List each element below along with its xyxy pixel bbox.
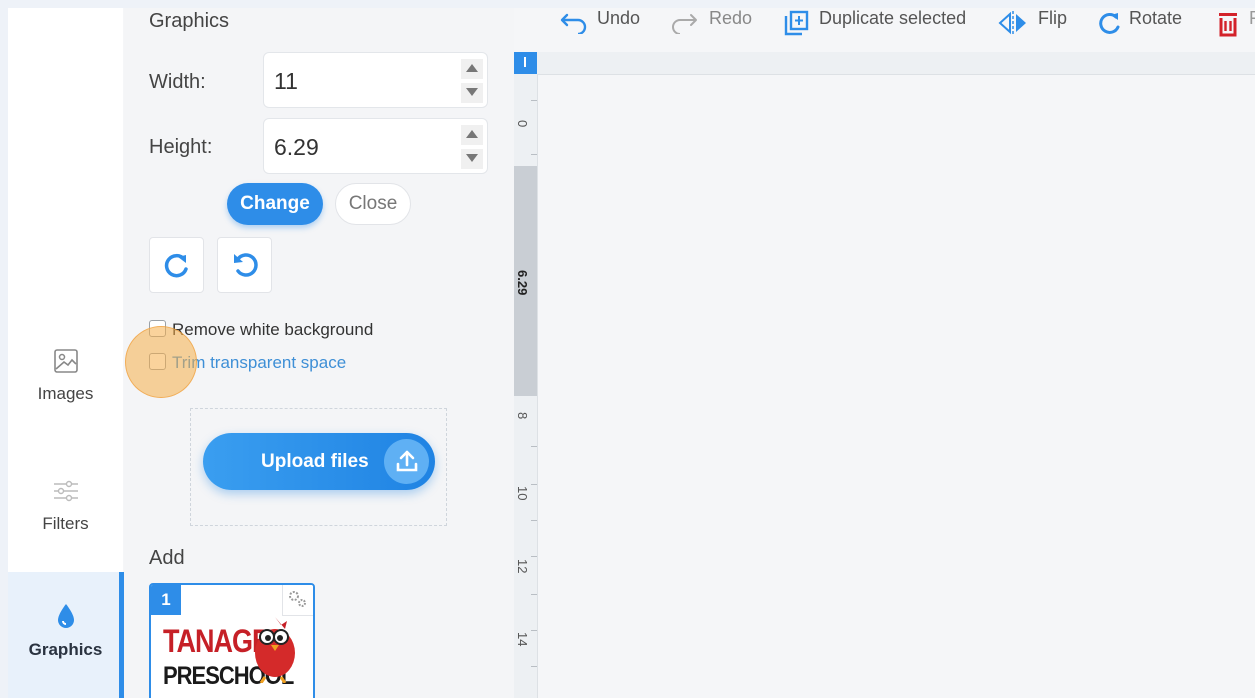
panel-title: Graphics [149,10,230,32]
upload-files-label: Upload files [261,450,369,472]
rotate-button[interactable]: Rotate [1097,8,1197,44]
height-label: Height: [149,136,213,158]
flip-icon [998,11,1026,35]
rail-item-filters[interactable]: Filters [8,478,123,534]
triangle-up-icon [466,130,478,138]
rail-item-label: Images [37,384,94,403]
width-label: Width: [149,71,206,93]
ruler-origin-marker [514,52,537,74]
flip-button[interactable]: Flip [997,8,1077,44]
duplicate-icon [784,10,809,36]
image-icon [53,349,78,373]
gear-icon[interactable] [282,585,313,616]
ruler-label: 0 [515,120,530,128]
drop-icon [57,604,74,628]
width-field[interactable] [263,52,488,108]
redo-label: Redo [709,8,753,28]
design-canvas[interactable] [538,75,1255,698]
rotate-icon [1099,12,1120,34]
height-input[interactable] [272,133,446,162]
top-toolbar: Undo Redo Duplicate selected Flip Rotate… [514,8,1255,52]
flip-label: Flip [1038,8,1068,28]
sliders-icon [53,480,78,502]
triangle-down-icon [466,154,478,162]
ruler-label: 8 [515,412,530,420]
cardinal-bird-icon [255,617,295,683]
height-decrement-button[interactable] [461,149,483,169]
triangle-up-icon [466,64,478,72]
left-rail: Images Filters Graphics [8,8,124,698]
width-decrement-button[interactable] [461,83,483,103]
horizontal-ruler [514,52,1255,75]
width-increment-button[interactable] [461,59,483,79]
rail-item-label: Filters [42,514,89,533]
height-increment-button[interactable] [461,125,483,145]
graphic-thumbnail[interactable]: 1 TANAGER PRESCHOOL [149,583,315,698]
trash-icon [1219,13,1237,37]
delete-button[interactable]: F [1215,8,1255,44]
click-highlight [125,326,197,398]
rail-item-label: Graphics [28,640,103,659]
add-section-label: Add [149,547,185,569]
duplicate-selected-label: Duplicate selected [819,8,967,28]
redo-icon [672,14,697,34]
undo-button[interactable]: Undo [559,8,649,44]
graphics-panel: Graphics Width: Height: Change Close [124,8,514,698]
ruler-label: 10 [515,486,530,501]
thumbnail-number: 1 [151,585,181,615]
remove-white-background-label: Remove white background [172,320,374,339]
app-frame: Images Filters Graphics Graphics Width: … [8,8,1255,698]
rotate-ccw-icon [234,253,258,277]
delete-label-partial: F [1249,8,1255,28]
rail-item-images[interactable]: Images [8,348,123,404]
undo-label: Undo [597,8,641,28]
triangle-down-icon [466,88,478,96]
rotate-label: Rotate [1129,8,1183,28]
trim-transparent-space-label: Trim transparent space [172,353,347,372]
vertical-ruler: 0 6.29 8 10 12 14 [514,74,538,698]
change-button[interactable]: Change [227,183,323,225]
rotate-cw-icon [164,253,188,278]
duplicate-selected-button[interactable]: Duplicate selected [782,8,982,44]
height-field[interactable] [263,118,488,174]
close-button[interactable]: Close [335,183,411,225]
upload-files-button[interactable]: Upload files [203,433,435,490]
ruler-label: 12 [515,559,530,574]
width-input[interactable] [272,67,446,96]
undo-icon [560,13,587,34]
rail-item-graphics[interactable]: Graphics [8,572,124,698]
rotate-clockwise-button[interactable] [149,237,204,293]
redo-button[interactable]: Redo [669,8,759,44]
upload-icon [384,439,429,484]
rotate-counterclockwise-button[interactable] [217,237,272,293]
ruler-label-selected: 6.29 [515,270,530,296]
ruler-label: 14 [515,632,530,647]
